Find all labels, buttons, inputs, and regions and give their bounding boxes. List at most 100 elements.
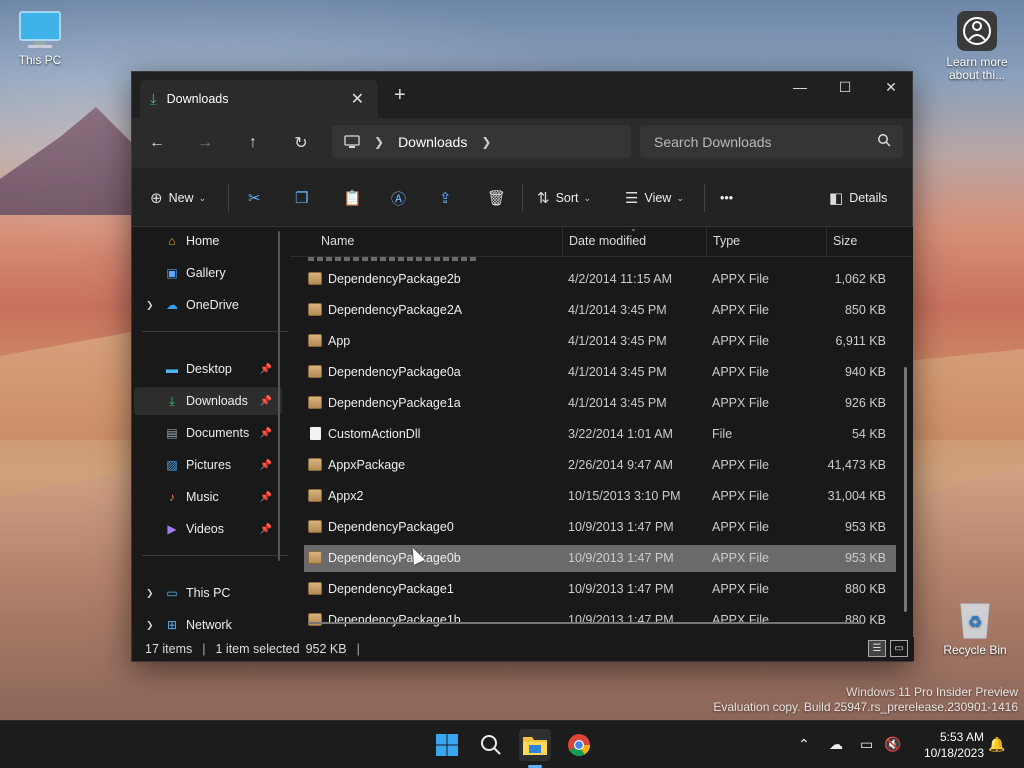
up-arrow-icon[interactable]: ↑	[241, 131, 265, 155]
pin-icon[interactable]: 📌	[260, 428, 272, 439]
chevron-right-icon[interactable]: ❯	[146, 588, 154, 599]
file-row[interactable]: Appx2 10/15/2013 3:10 PM APPX File 31,004 K…	[304, 483, 896, 510]
file-row[interactable]: DependencyPackage1a 4/1/2014 3:45 PM APPX …	[304, 390, 896, 417]
chevron-down-icon: ⌄	[583, 192, 592, 203]
windows-logo-icon	[436, 734, 458, 756]
paste-button[interactable]: 📋	[343, 185, 368, 211]
file-row[interactable]: DependencyPackage1b 10/9/2013 1:47 PM APPX…	[304, 607, 896, 634]
maximize-button[interactable]: ☐	[822, 72, 868, 102]
nav-item-pictures[interactable]: ▨ Pictures 📌	[134, 451, 282, 479]
back-arrow-icon[interactable]: ←	[145, 131, 169, 155]
chevron-right-icon[interactable]: ❯	[146, 620, 154, 631]
file-type: APPX File	[712, 551, 769, 565]
plus-circle-icon: ⊕	[150, 190, 163, 207]
breadcrumb-item[interactable]: Downloads	[398, 134, 467, 150]
pin-icon[interactable]: 📌	[260, 396, 272, 407]
sort-button[interactable]: ⇅ Sort ⌄	[537, 185, 591, 211]
new-tab-button[interactable]: +	[394, 84, 406, 107]
pin-icon[interactable]: 📌	[260, 364, 272, 375]
cloud-sync-icon[interactable]: ☁	[829, 736, 843, 753]
documents-icon: ▤	[166, 426, 178, 440]
nav-item-downloads[interactable]: ⤓ Downloads 📌	[134, 387, 282, 415]
nav-item-network[interactable]: ❯ ⊞ Network	[134, 611, 282, 639]
new-button[interactable]: ⊕ New ⌄	[150, 185, 206, 211]
tiles-view-icon[interactable]: ▭	[890, 640, 908, 657]
chevron-right-icon[interactable]: ❯	[146, 300, 154, 311]
chevron-right-icon[interactable]: ❯	[481, 135, 491, 149]
details-view-icon[interactable]: ☰	[868, 640, 886, 657]
pin-icon[interactable]: 📌	[260, 492, 272, 503]
pin-icon[interactable]: 📌	[260, 524, 272, 535]
desktop-icon-this-pc[interactable]: This PC	[0, 10, 80, 67]
file-row[interactable]: DependencyPackage0a 4/1/2014 3:45 PM APPX …	[304, 359, 896, 386]
column-date-modified[interactable]: Date modified	[569, 234, 646, 250]
details-pane-icon: ◧	[829, 190, 844, 207]
share-button[interactable]: ⇪	[439, 185, 458, 211]
file-size: 1,062 KB	[834, 272, 886, 286]
minimize-button[interactable]: —	[777, 72, 823, 102]
breadcrumb[interactable]: ❯ Downloads ❯	[332, 125, 631, 158]
nav-item-gallery[interactable]: ▣ Gallery	[134, 259, 282, 287]
search-button[interactable]	[475, 729, 507, 761]
nav-item-home[interactable]: ⌂ Home	[134, 227, 282, 255]
forward-arrow-icon[interactable]: →	[193, 131, 217, 155]
column-divider[interactable]	[706, 227, 707, 257]
copy-button[interactable]: ❐	[295, 185, 314, 211]
file-date: 10/15/2013 3:10 PM	[568, 489, 681, 503]
file-row[interactable]: DependencyPackage1 10/9/2013 1:47 PM APPX …	[304, 576, 896, 603]
file-row[interactable]: AppxPackage 2/26/2014 9:47 AM APPX File 41,…	[304, 452, 896, 479]
start-button[interactable]	[431, 729, 463, 761]
column-divider[interactable]	[826, 227, 827, 257]
file-date: 3/22/2014 1:01 AM	[568, 427, 673, 441]
volume-icon[interactable]: 🔇	[884, 736, 901, 753]
close-window-button[interactable]: ✕	[868, 72, 914, 102]
file-row[interactable]: CustomActionDll 3/22/2014 1:01 AM File 54 K…	[304, 421, 896, 448]
pin-icon[interactable]: 📌	[260, 460, 272, 471]
nav-item-documents[interactable]: ▤ Documents 📌	[134, 419, 282, 447]
column-divider[interactable]	[562, 227, 563, 257]
rename-button[interactable]: Ⓐ	[391, 185, 412, 211]
search-input[interactable]: Search Downloads	[640, 125, 903, 158]
sort-caret-icon: ⌄	[630, 227, 637, 233]
file-row[interactable]: DependencyPackage0b 10/9/2013 1:47 PM APPX…	[304, 545, 896, 572]
chrome-taskbar-button[interactable]	[563, 729, 595, 761]
vertical-scrollbar[interactable]	[904, 367, 907, 612]
file-type: APPX File	[712, 365, 769, 379]
file-row[interactable]: DependencyPackage0 10/9/2013 1:47 PM APPX …	[304, 514, 896, 541]
nav-item-this-pc[interactable]: ❯ ▭ This PC	[134, 579, 282, 607]
column-name[interactable]: Name	[321, 234, 354, 250]
notification-bell-icon[interactable]: 🔔	[988, 736, 1005, 753]
close-tab-icon[interactable]: ✕	[351, 89, 364, 109]
package-file-icon	[308, 396, 322, 409]
details-button[interactable]: ◧ Details	[829, 185, 887, 211]
column-size[interactable]: Size	[833, 234, 857, 250]
nav-item-music[interactable]: ♪ Music 📌	[134, 483, 282, 511]
file-row[interactable]: DependencyPackage2A 4/1/2014 3:45 PM APPX …	[304, 297, 896, 324]
more-options-button[interactable]: •••	[720, 185, 733, 211]
file-explorer-taskbar-button[interactable]	[519, 729, 551, 761]
view-button[interactable]: ☰ View ⌄	[625, 185, 684, 211]
delete-button[interactable]: 🗑	[487, 185, 512, 211]
nav-item-label: This PC	[186, 586, 231, 600]
chevron-up-icon[interactable]: ⌃	[798, 736, 810, 753]
package-file-icon	[308, 520, 322, 533]
nav-scrollbar[interactable]	[278, 231, 280, 561]
tab-downloads[interactable]: ⤓ Downloads ✕	[140, 80, 378, 118]
file-icon	[310, 427, 321, 440]
search-icon	[878, 134, 891, 147]
refresh-icon[interactable]: ↻	[289, 131, 313, 155]
column-type[interactable]: Type	[713, 234, 740, 250]
display-icon[interactable]: ▭	[860, 736, 873, 753]
file-row[interactable]: DependencyPackage2b 4/2/2014 11:15 AM APPX…	[304, 266, 896, 293]
clock[interactable]: 5:53 AM 10/18/2023	[924, 729, 984, 761]
nav-item-onedrive[interactable]: ❯ ☁ OneDrive	[134, 291, 282, 319]
nav-item-desktop[interactable]: ▬ Desktop 📌	[134, 355, 282, 383]
desktop-icon-recycle-bin[interactable]: ♻ Recycle Bin	[935, 598, 1015, 657]
package-file-icon	[308, 272, 322, 285]
chevron-down-icon: ⌄	[676, 192, 684, 203]
desktop-icon-learn-more[interactable]: Learn more about thi...	[935, 10, 1019, 82]
horizontal-scrollbar[interactable]	[308, 622, 863, 624]
cut-button[interactable]: ✂	[248, 185, 267, 211]
nav-item-videos[interactable]: ▶ Videos 📌	[134, 515, 282, 543]
file-row[interactable]: App 4/1/2014 3:45 PM APPX File 6,911 KB	[304, 328, 896, 355]
